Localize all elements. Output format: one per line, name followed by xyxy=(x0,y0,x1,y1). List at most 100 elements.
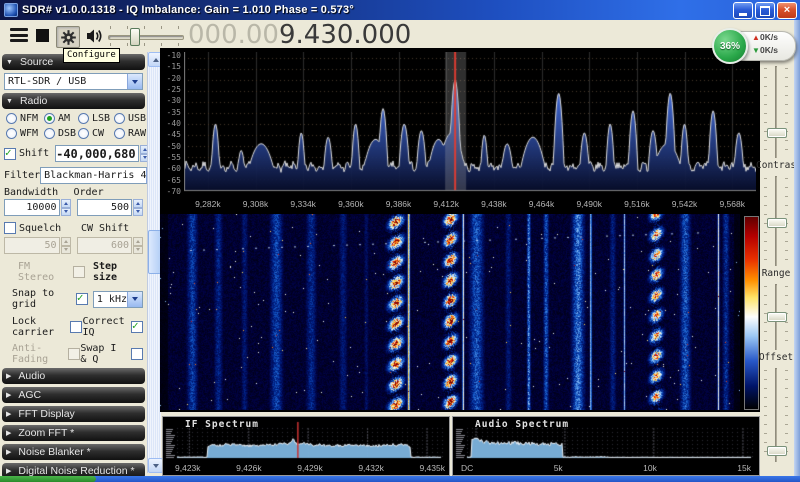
cw-shift-field: 600 xyxy=(77,237,133,254)
display-area: -10-15-20-25-30-35-40-45-50-55-60-65-70 … xyxy=(160,48,760,412)
radio-icon xyxy=(6,113,17,124)
close-icon: × xyxy=(784,5,790,16)
taskbar[interactable] xyxy=(0,476,800,482)
title-bar[interactable]: SDR# v1.0.0.1318 - IQ Imbalance: Gain = … xyxy=(0,0,800,20)
window-border-right xyxy=(794,20,800,476)
bandwidth-field[interactable]: 10000 xyxy=(4,199,60,216)
dropdown-arrow-icon[interactable] xyxy=(127,74,142,89)
collapse-icon: ▶ xyxy=(6,468,11,475)
freq-tick: 9,308k xyxy=(232,199,280,211)
start-button[interactable] xyxy=(0,476,96,482)
step-size-select[interactable]: 1 kHz xyxy=(93,291,143,308)
contrast-label: Contrast xyxy=(756,160,796,171)
db-tick: -20 xyxy=(160,75,181,83)
snap-to-grid-label: Snap to grid xyxy=(12,288,72,310)
waterfall[interactable] xyxy=(160,214,740,410)
squelch-label: Squelch xyxy=(19,223,81,234)
mode-radio-nfm[interactable]: NFM xyxy=(6,113,42,124)
frequency-axis: 9,282k9,308k9,334k9,360k9,386k9,412k9,43… xyxy=(184,199,756,211)
panel-header-noise-blanker[interactable]: ▶Noise Blanker * xyxy=(2,444,145,460)
mode-radio-raw[interactable]: RAW xyxy=(114,128,150,139)
bandwidth-spinner[interactable] xyxy=(61,199,71,216)
step-size-value: 1 kHz xyxy=(94,294,127,305)
restore-icon xyxy=(760,6,770,16)
contrast-slider-thumb[interactable] xyxy=(767,218,787,228)
status-badge[interactable]: ▲ 0K/s ▼ 0K/s 36% xyxy=(712,28,796,62)
range-slider-thumb[interactable] xyxy=(767,312,787,322)
shift-checkbox[interactable] xyxy=(4,148,16,160)
db-tick: -35 xyxy=(160,109,181,117)
main-spectrum[interactable] xyxy=(184,52,756,196)
mode-radio-dsb[interactable]: DSB xyxy=(44,128,76,139)
freq-tick: 9,542k xyxy=(661,199,709,211)
download-arrow-icon: ▼ xyxy=(752,44,760,57)
zoom-slider-thumb[interactable] xyxy=(767,128,787,138)
mode-radio-wfm[interactable]: WFM xyxy=(6,128,42,139)
sdrsharp-window: SDR# v1.0.0.1318 - IQ Imbalance: Gain = … xyxy=(0,0,800,482)
mode-label: NFM xyxy=(20,113,38,124)
correct-iq-checkbox[interactable] xyxy=(131,321,143,333)
order-field[interactable]: 500 xyxy=(77,199,133,216)
collapse-icon: ▼ xyxy=(6,59,13,66)
freq-tick: 9,282k xyxy=(184,199,232,211)
freq-tick: 9,516k xyxy=(613,199,661,211)
lock-carrier-checkbox[interactable] xyxy=(70,321,82,333)
shift-value-field[interactable]: -40,000,680 xyxy=(55,145,138,162)
cw-shift-label: CW Shift xyxy=(81,223,143,234)
cw-shift-spinner xyxy=(133,237,143,254)
source-device-select[interactable]: RTL-SDR / USB xyxy=(4,73,143,90)
configure-tooltip: Configure xyxy=(63,48,120,63)
sidebar-scrollbar[interactable] xyxy=(147,52,161,473)
order-spinner[interactable] xyxy=(133,199,143,216)
collapse-icon: ▶ xyxy=(6,430,11,437)
configure-button[interactable] xyxy=(56,26,80,48)
db-tick: -10 xyxy=(160,52,181,60)
mode-radio-lsb[interactable]: LSB xyxy=(78,113,112,124)
frequency-display[interactable]: 000.009.430.000 xyxy=(188,20,411,50)
close-button[interactable]: × xyxy=(777,2,797,19)
panel-header-radio[interactable]: ▼ Radio xyxy=(2,93,145,109)
zoom-slider[interactable] xyxy=(756,66,796,158)
db-tick: -55 xyxy=(160,154,181,162)
minimize-button[interactable] xyxy=(733,2,753,19)
panel-header-audio[interactable]: ▶Audio xyxy=(2,368,145,384)
panel-header-zoom-fft[interactable]: ▶Zoom FFT * xyxy=(2,425,145,441)
collapse-icon: ▶ xyxy=(6,411,11,418)
audio-tick: DC xyxy=(461,463,473,474)
stop-button[interactable] xyxy=(36,29,49,42)
squelch-spinner xyxy=(61,237,71,254)
collapse-icon: ▶ xyxy=(6,392,11,399)
offset-slider-thumb[interactable] xyxy=(767,446,787,456)
dropdown-arrow-icon[interactable] xyxy=(127,292,142,307)
mute-button[interactable] xyxy=(84,26,106,46)
snap-to-grid-checkbox[interactable] xyxy=(76,293,88,305)
mode-radio-am[interactable]: AM xyxy=(44,113,76,124)
audio-spectrum-axis: DC5k10k15k xyxy=(461,463,751,474)
shift-label: Shift xyxy=(19,148,49,159)
db-tick: -50 xyxy=(160,143,181,151)
menu-button[interactable] xyxy=(10,28,28,42)
filter-select[interactable]: Blackman-Harris 4 xyxy=(40,167,162,184)
volume-ticks-top xyxy=(110,26,180,29)
scroll-down-button[interactable] xyxy=(148,458,163,473)
step-size-label: Step size xyxy=(93,261,143,283)
volume-slider[interactable] xyxy=(108,26,182,46)
panel-header-agc[interactable]: ▶AGC xyxy=(2,387,145,403)
mode-label: DSB xyxy=(58,128,76,139)
volume-track[interactable] xyxy=(108,35,184,40)
if-tick: 9,432k xyxy=(358,463,384,474)
freq-tick: 9,490k xyxy=(565,199,613,211)
mode-label: WFM xyxy=(20,128,38,139)
swap-iq-checkbox[interactable] xyxy=(131,348,143,360)
contrast-slider[interactable] xyxy=(756,176,796,266)
mode-radio-usb[interactable]: USB xyxy=(114,113,150,124)
mode-radio-cw[interactable]: CW xyxy=(78,128,112,139)
if-spectrum-axis: 9,423k9,426k9,429k9,432k9,435k xyxy=(175,463,445,474)
panel-header-fft-display[interactable]: ▶FFT Display xyxy=(2,406,145,422)
range-slider[interactable] xyxy=(756,284,796,350)
squelch-checkbox[interactable] xyxy=(4,222,16,234)
restore-button[interactable] xyxy=(755,2,775,19)
offset-slider[interactable] xyxy=(756,368,796,462)
mode-label: RAW xyxy=(128,128,146,139)
volume-ticks-bottom xyxy=(110,43,180,46)
